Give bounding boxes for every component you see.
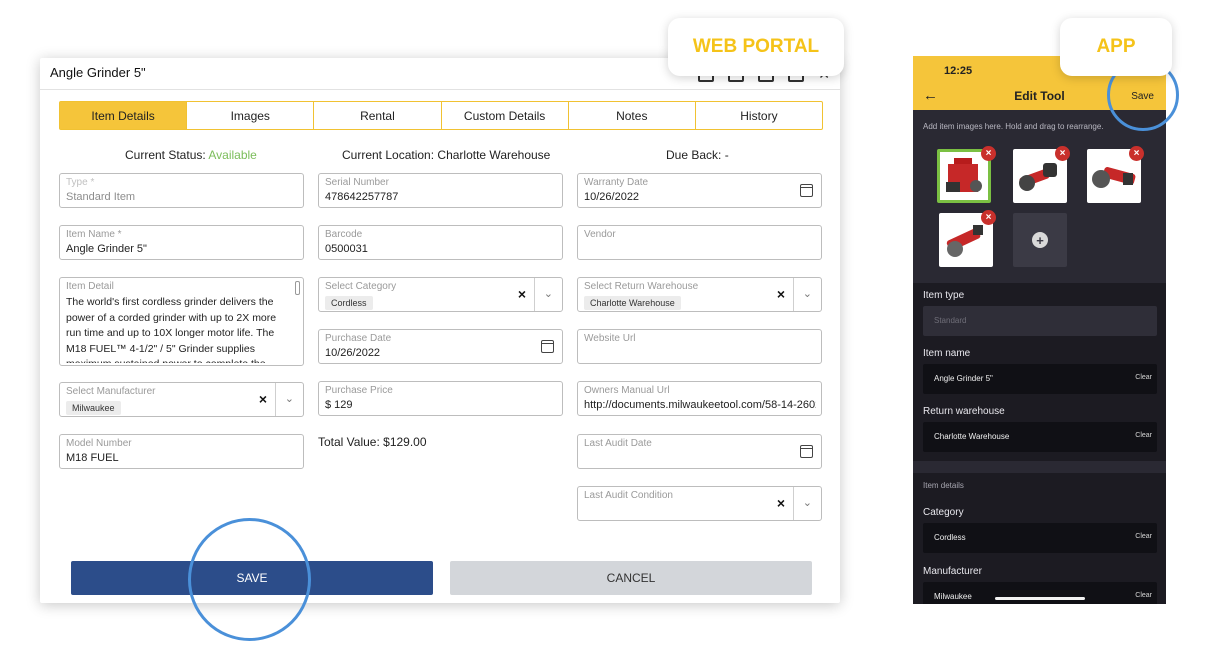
item-type-label: Item type xyxy=(923,290,965,301)
clear-button[interactable]: Clear xyxy=(1135,533,1152,540)
tool-case-image xyxy=(946,158,982,192)
category-label: Category xyxy=(923,507,964,518)
app-callout: APP xyxy=(1060,18,1172,76)
return-warehouse-select[interactable]: Select Return Warehouse Charlotte Wareho… xyxy=(577,277,822,312)
total-value: Total Value: $129.00 xyxy=(318,435,427,449)
tab-notes[interactable]: Notes xyxy=(569,102,696,129)
category-field[interactable]: Cordless Clear xyxy=(923,523,1157,553)
category-chip: Cordless xyxy=(325,296,373,310)
textarea-scrollbar[interactable] xyxy=(295,281,300,295)
item-name-label: Item name xyxy=(923,348,971,359)
website-url-field[interactable]: Website Url xyxy=(577,329,822,364)
remove-image-icon[interactable]: × xyxy=(1129,146,1144,161)
owners-manual-url-field[interactable]: Owners Manual Url http://documents.milwa… xyxy=(577,381,822,416)
calendar-icon[interactable] xyxy=(800,445,813,458)
item-type-field[interactable]: Standard xyxy=(923,306,1157,336)
purchase-price-field[interactable]: Purchase Price $ 129 xyxy=(318,381,563,416)
warranty-date-field[interactable]: Warranty Date 10/26/2022 xyxy=(577,173,822,208)
due-back: Due Back: - xyxy=(666,148,729,162)
tab-images[interactable]: Images xyxy=(187,102,315,129)
tab-custom-details[interactable]: Custom Details xyxy=(442,102,569,129)
home-indicator xyxy=(995,597,1085,600)
tab-history[interactable]: History xyxy=(696,102,822,129)
cancel-button[interactable]: CANCEL xyxy=(450,561,812,595)
last-audit-condition-select[interactable]: Last Audit Condition × ⌄ xyxy=(577,486,822,521)
item-detail-textarea[interactable]: Item Detail The world's first cordless g… xyxy=(59,277,304,366)
web-portal-callout: WEB PORTAL xyxy=(668,18,844,76)
status-time: 12:25 xyxy=(944,65,973,77)
chevron-down-icon[interactable]: ⌄ xyxy=(803,496,812,509)
clear-icon[interactable]: × xyxy=(777,286,785,302)
calendar-icon[interactable] xyxy=(800,184,813,197)
mobile-app: 12:25 ← Edit Tool Save Add item images h… xyxy=(913,56,1166,604)
plus-icon: + xyxy=(1032,232,1048,248)
chevron-down-icon[interactable]: ⌄ xyxy=(285,392,294,405)
return-warehouse-field[interactable]: Charlotte Warehouse Clear xyxy=(923,422,1157,452)
clear-icon[interactable]: × xyxy=(777,495,785,511)
window-title: Angle Grinder 5" xyxy=(50,65,146,80)
clear-icon[interactable]: × xyxy=(259,391,267,407)
model-number-field[interactable]: Model Number M18 FUEL xyxy=(59,434,304,469)
warehouse-chip: Charlotte Warehouse xyxy=(584,296,681,310)
clear-icon[interactable]: × xyxy=(518,286,526,302)
image-hint: Add item images here. Hold and drag to r… xyxy=(923,122,1104,131)
category-select[interactable]: Select Category Cordless × ⌄ xyxy=(318,277,563,312)
save-highlight-circle xyxy=(188,518,311,641)
type-field[interactable]: Type * Standard Item xyxy=(59,173,304,208)
manufacturer-label: Manufacturer xyxy=(923,566,982,577)
remove-image-icon[interactable]: × xyxy=(1055,146,1070,161)
item-name-field[interactable]: Item Name * Angle Grinder 5" xyxy=(59,225,304,260)
chevron-down-icon[interactable]: ⌄ xyxy=(544,287,553,300)
clear-button[interactable]: Clear xyxy=(1135,374,1152,381)
clear-button[interactable]: Clear xyxy=(1135,432,1152,439)
tab-rental[interactable]: Rental xyxy=(314,102,442,129)
purchase-date-field[interactable]: Purchase Date 10/26/2022 xyxy=(318,329,563,364)
status-badge: Available xyxy=(208,148,257,162)
serial-number-field[interactable]: Serial Number 478642257787 xyxy=(318,173,563,208)
web-portal-window: Angle Grinder 5" ✕ Item Details Images R… xyxy=(40,58,840,603)
manufacturer-select[interactable]: Select Manufacturer Milwaukee × ⌄ xyxy=(59,382,304,417)
item-name-field[interactable]: Angle Grinder 5" Clear xyxy=(923,364,1157,394)
remove-image-icon[interactable]: × xyxy=(981,210,996,225)
tab-item-details[interactable]: Item Details xyxy=(60,102,188,129)
tab-bar: Item Details Images Rental Custom Detail… xyxy=(59,101,823,130)
remove-image-icon[interactable]: × xyxy=(981,146,996,161)
current-status: Current Status: Available xyxy=(125,148,257,162)
section-label: Item details xyxy=(923,481,964,490)
vendor-field[interactable]: Vendor xyxy=(577,225,822,260)
barcode-field[interactable]: Barcode 0500031 xyxy=(318,225,563,260)
last-audit-date-field[interactable]: Last Audit Date xyxy=(577,434,822,469)
clear-button[interactable]: Clear xyxy=(1135,592,1152,599)
manufacturer-field[interactable]: Milwaukee Clear xyxy=(923,582,1157,604)
current-location: Current Location: Charlotte Warehouse xyxy=(342,148,551,162)
chevron-down-icon[interactable]: ⌄ xyxy=(803,287,812,300)
calendar-icon[interactable] xyxy=(541,340,554,353)
add-image-button[interactable]: + xyxy=(1013,213,1067,267)
manufacturer-chip: Milwaukee xyxy=(66,401,121,415)
return-warehouse-label: Return warehouse xyxy=(923,406,1005,417)
